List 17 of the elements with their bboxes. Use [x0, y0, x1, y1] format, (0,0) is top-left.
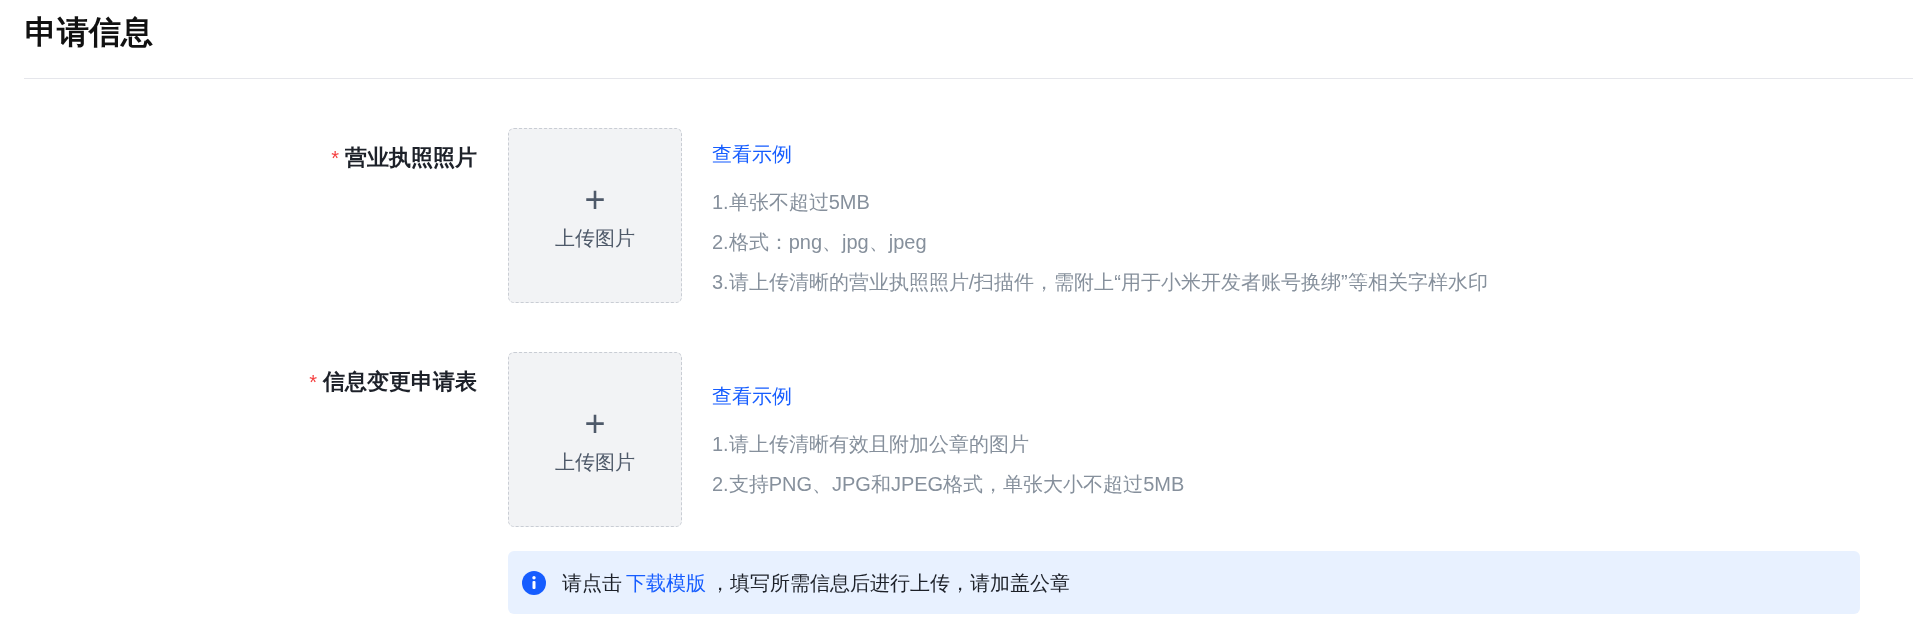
download-template-link[interactable]: 下载模版 [622, 571, 710, 594]
section-title: 申请信息 [25, 13, 153, 52]
required-asterisk: * [331, 146, 339, 171]
view-example-link[interactable]: 查看示例 [712, 138, 792, 170]
upload-button[interactable]: + 上传图片 [508, 352, 682, 527]
hint-text: 1.单张不超过5MB [712, 190, 870, 215]
notice-text: 请点击 下载模版 ，填写所需信息后进行上传，请加盖公章 [562, 570, 1070, 596]
field-label: 信息变更申请表 [323, 368, 477, 396]
view-example-link[interactable]: 查看示例 [712, 380, 792, 412]
hint-text: 2.格式：png、jpg、jpeg [712, 230, 927, 255]
info-icon [522, 570, 546, 595]
hint-text: 2.支持PNG、JPG和JPEG格式，单张大小不超过5MB [712, 472, 1185, 497]
hint-text: 1.请上传清晰有效且附加公章的图片 [712, 432, 1029, 457]
required-asterisk: * [309, 370, 317, 395]
hint-text: 3.请上传清晰的营业执照照片/扫描件，需附上“用于小米开发者账号换绑”等相关字样水印 [712, 270, 1488, 295]
upload-button[interactable]: + 上传图片 [508, 128, 682, 303]
field-label: 营业执照照片 [345, 144, 477, 172]
